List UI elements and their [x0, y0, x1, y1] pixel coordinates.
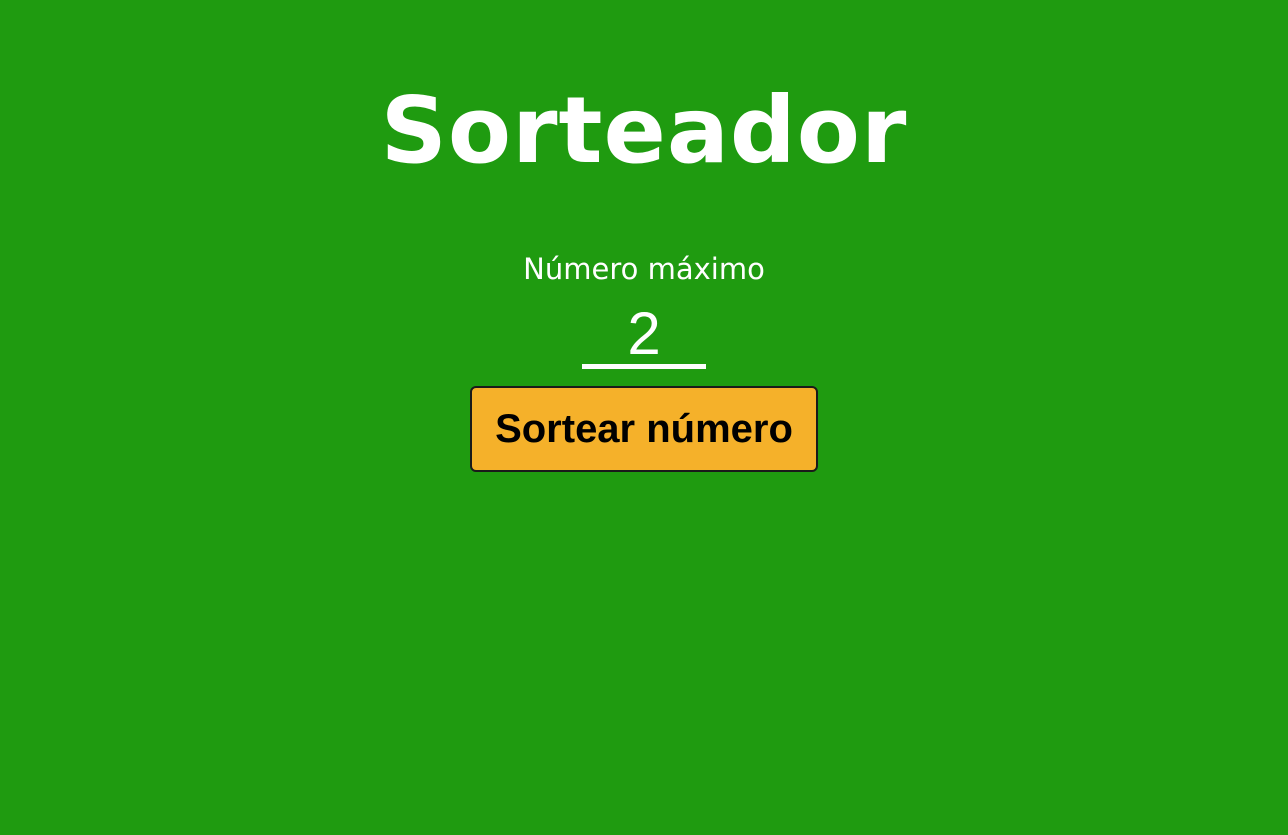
- main-container: Sorteador Número máximo Sortear número: [0, 0, 1288, 835]
- max-number-label: Número máximo: [523, 252, 765, 286]
- draw-number-button[interactable]: Sortear número: [470, 386, 818, 472]
- max-number-input[interactable]: [582, 302, 706, 369]
- page-title: Sorteador: [380, 77, 908, 184]
